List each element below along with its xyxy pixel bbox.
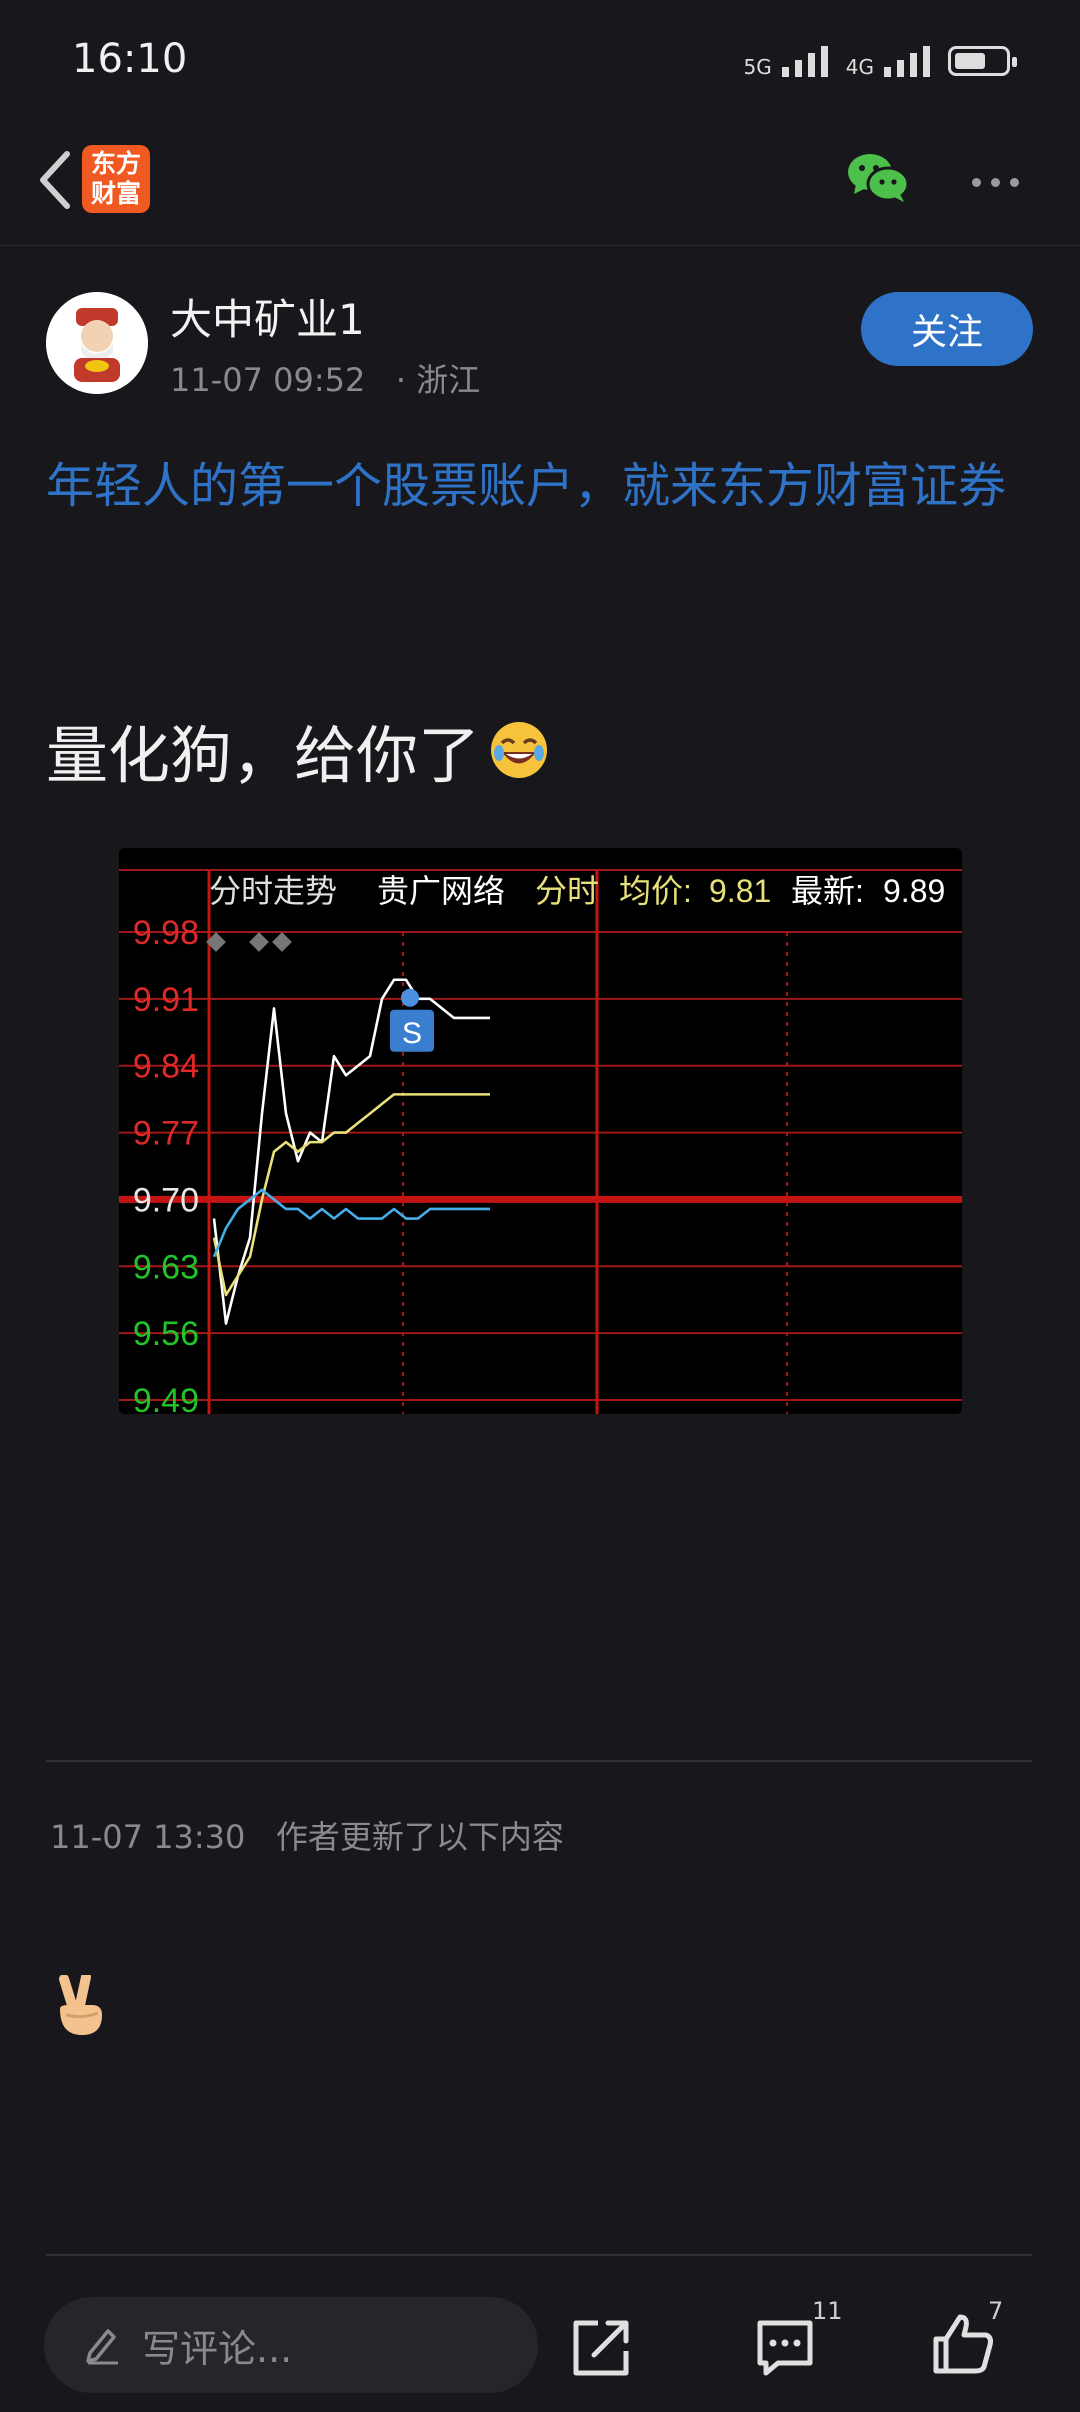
follow-button[interactable]: 关注 [861, 292, 1033, 366]
battery-fill [955, 53, 985, 69]
status-icons: 5G 4G [743, 36, 1017, 86]
chart-header-title: 分时走势 [209, 873, 337, 909]
pencil-icon [86, 2329, 118, 2365]
chart-latest-label: 最新: [791, 873, 864, 909]
y-tick-label: 9.84 [133, 1048, 199, 1086]
y-tick-label: 9.91 [133, 981, 199, 1019]
y-tick-label: 9.49 [133, 1382, 199, 1414]
post-meta: 11-07 09:52 · 浙江 [170, 355, 480, 401]
author-name[interactable]: 大中矿业1 [170, 286, 365, 347]
app-logo-line2: 财富 [90, 179, 141, 208]
post-text-row: 量化狗，给你了 [46, 705, 550, 795]
chart-avg-label: 均价: [619, 873, 692, 909]
signal-4g-icon: 4G [845, 45, 930, 79]
share-icon [573, 2320, 629, 2376]
stock-chart: 9.98 9.91 9.84 9.77 9.70 9.63 9.56 9.49 分时走势 贵广… [119, 848, 962, 1414]
chart-stock-name: 贵广网络 [377, 873, 505, 909]
update-text: 作者更新了以下内容 [275, 1818, 564, 1856]
divider [46, 1760, 1032, 1762]
wechat-icon [848, 154, 910, 202]
update-time: 11-07 13:30 [50, 1818, 246, 1856]
comment-button[interactable] [754, 2317, 816, 2379]
signal-5g-label: 5G [743, 54, 772, 79]
trade-marker-dot [401, 988, 419, 1007]
y-tick-label: 9.70 [133, 1181, 199, 1219]
laugh-icon [491, 722, 548, 778]
thumbs-up-icon [933, 2314, 993, 2374]
more-button[interactable] [972, 170, 1032, 194]
post-location: · 浙江 [395, 361, 481, 399]
more-dots-icon [972, 177, 981, 187]
post-text: 量化狗，给你了 [46, 719, 481, 792]
comment-count: 11 [812, 2297, 843, 2325]
avatar-image [46, 292, 148, 394]
app-logo-line1: 东方 [90, 149, 141, 178]
share-button[interactable] [568, 2315, 634, 2381]
victory-hand-icon [59, 1975, 102, 2035]
comment-input[interactable]: 写评论... [44, 2297, 538, 2393]
like-button[interactable] [930, 2311, 996, 2377]
ad-link[interactable]: 年轻人的第一个股票账户，就来东方财富证券 [46, 448, 1036, 524]
wechat-share-button[interactable] [846, 150, 910, 206]
back-arrow-icon [40, 151, 70, 209]
y-tick-label: 9.77 [133, 1115, 199, 1153]
chart-mode-label: 分时 [535, 873, 599, 909]
trade-marker-label: S [402, 1017, 422, 1050]
signal-4g-label: 4G [845, 54, 874, 79]
back-button[interactable] [20, 145, 90, 215]
status-time: 16:10 [72, 36, 188, 82]
bottom-bar: 写评论... 11 7 [0, 2275, 1080, 2412]
post-time: 11-07 09:52 [170, 361, 366, 399]
status-bar: 16:10 5G 4G [0, 0, 1080, 125]
nav-bar: 东方 财富 [0, 125, 1080, 246]
battery-icon [948, 46, 1017, 76]
comment-icon [757, 2320, 813, 2376]
app-logo[interactable]: 东方 财富 [82, 145, 150, 213]
divider [46, 2254, 1032, 2256]
y-tick-label: 9.56 [133, 1315, 199, 1353]
comment-placeholder: 写评论... [142, 2326, 293, 2371]
update-line: 11-07 13:30 作者更新了以下内容 [50, 1812, 564, 1858]
chart-avg-value: 9.81 [709, 873, 771, 909]
stock-chart-image[interactable]: 9.98 9.91 9.84 9.77 9.70 9.63 9.56 9.49 分时走势 贵广… [119, 848, 962, 1414]
chart-latest-value: 9.89 [883, 873, 945, 909]
like-count: 7 [988, 2297, 1004, 2325]
y-tick-label: 9.63 [133, 1248, 199, 1286]
signal-5g-icon: 5G [743, 45, 828, 79]
y-tick-label: 9.98 [133, 914, 199, 952]
avatar[interactable] [46, 292, 148, 394]
